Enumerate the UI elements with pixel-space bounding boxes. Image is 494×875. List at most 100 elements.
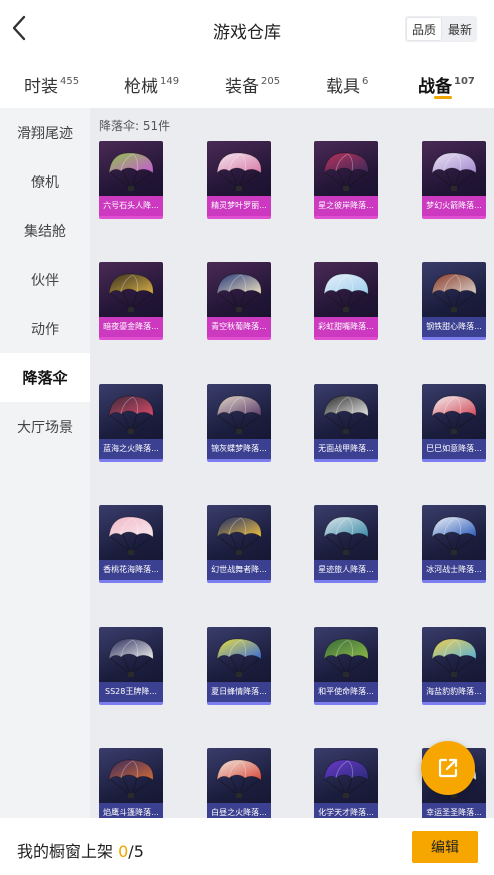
parachute-icon bbox=[323, 395, 369, 434]
parachute-card[interactable]: 无面战甲降落... bbox=[314, 384, 378, 462]
parachute-card[interactable]: SS28王牌降... bbox=[99, 627, 163, 705]
share-button[interactable] bbox=[421, 741, 475, 795]
parachute-name: 无面战甲降落... bbox=[314, 439, 378, 459]
parachute-card[interactable]: 星迹旅人降落... bbox=[314, 505, 378, 583]
footer-bar: 我的橱窗上架 0/5 编辑 bbox=[0, 818, 494, 875]
tab-label: 枪械 bbox=[124, 77, 158, 97]
parachute-name: 暗夜鎏金降落... bbox=[99, 317, 163, 337]
parachute-name: 锦灰蝶梦降落... bbox=[207, 439, 271, 459]
parachute-icon bbox=[216, 759, 262, 798]
parachute-name: 海盐豹豹降落... bbox=[422, 682, 486, 702]
sidebar-item-lobby-scene[interactable]: 大厅场景 bbox=[0, 402, 90, 451]
parachute-icon bbox=[323, 638, 369, 677]
parachute-icon bbox=[108, 516, 154, 555]
parachute-card[interactable]: 白昼之火降落... bbox=[207, 748, 271, 818]
parachute-name: 和平使命降落... bbox=[314, 682, 378, 702]
parachute-card[interactable]: 冰河战士降落... bbox=[422, 505, 486, 583]
sort-latest-button[interactable]: 最新 bbox=[443, 16, 477, 42]
parachute-card[interactable]: 海盐豹豹降落... bbox=[422, 627, 486, 705]
tab-count: 205 bbox=[261, 76, 281, 87]
parachute-card[interactable]: 幻世战舞者降... bbox=[207, 505, 271, 583]
parachute-card[interactable]: 精灵梦叶罗丽... bbox=[207, 141, 271, 219]
parachute-card[interactable]: 暗夜鎏金降落... bbox=[99, 262, 163, 340]
parachute-name: 六号石头人降... bbox=[99, 196, 163, 216]
parachute-icon bbox=[431, 516, 477, 555]
parachute-card[interactable]: 和平使命降落... bbox=[314, 627, 378, 705]
showcase-total: 5 bbox=[133, 842, 144, 861]
parachute-icon bbox=[216, 273, 262, 312]
parachute-card[interactable]: 化学天才降落... bbox=[314, 748, 378, 818]
sidebar-item-parachute[interactable]: 降落伞 bbox=[0, 353, 90, 402]
parachute-icon bbox=[431, 395, 477, 434]
parachute-name: SS28王牌降... bbox=[99, 682, 163, 702]
sort-quality-button[interactable]: 品质 bbox=[407, 18, 441, 40]
tab-label: 装备 bbox=[225, 77, 259, 97]
parachute-icon bbox=[108, 395, 154, 434]
parachute-card[interactable]: 锦灰蝶梦降落... bbox=[207, 384, 271, 462]
parachute-card[interactable]: 香桃花海降落... bbox=[99, 505, 163, 583]
tab-vehicles[interactable]: 载具 6 bbox=[326, 72, 368, 97]
parachute-icon bbox=[431, 152, 477, 191]
tab-label: 战备 bbox=[418, 77, 452, 97]
parachute-card[interactable]: 六号石头人降... bbox=[99, 141, 163, 219]
sort-toggle: 品质 最新 bbox=[405, 16, 477, 42]
active-tab-indicator bbox=[434, 96, 452, 99]
parachute-name: 夏日蜂情降落... bbox=[207, 682, 271, 702]
parachute-card[interactable]: 梦幻火箭降落... bbox=[422, 141, 486, 219]
parachute-icon bbox=[216, 516, 262, 555]
parachute-icon bbox=[108, 152, 154, 191]
showcase-label: 我的橱窗上架 bbox=[17, 842, 114, 861]
tab-count: 107 bbox=[454, 76, 475, 87]
sidebar-item-glide-trail[interactable]: 滑翔尾迹 bbox=[0, 108, 90, 157]
parachute-name: 蓝海之火降落... bbox=[99, 439, 163, 459]
parachute-name: 香桃花海降落... bbox=[99, 560, 163, 580]
parachute-name: 焰鹰斗篷降落... bbox=[99, 803, 163, 818]
parachute-card[interactable]: 夏日蜂情降落... bbox=[207, 627, 271, 705]
parachute-icon bbox=[108, 273, 154, 312]
parachute-card[interactable]: 青空秋葡降落... bbox=[207, 262, 271, 340]
parachute-name: 星之彼岸降落... bbox=[314, 196, 378, 216]
showcase-current: 0 bbox=[118, 842, 129, 861]
parachute-icon bbox=[216, 638, 262, 677]
parachute-icon bbox=[323, 152, 369, 191]
parachute-name: 幻世战舞者降... bbox=[207, 560, 271, 580]
tab-label: 载具 bbox=[326, 77, 360, 97]
parachute-name: 青空秋葡降落... bbox=[207, 317, 271, 337]
parachute-icon bbox=[431, 638, 477, 677]
sidebar-item-partner[interactable]: 伙伴 bbox=[0, 255, 90, 304]
parachute-name: 幸运圣圣降落... bbox=[422, 803, 486, 818]
parachute-icon bbox=[323, 759, 369, 798]
tab-label: 时装 bbox=[24, 77, 58, 97]
tab-supplies[interactable]: 战备 107 bbox=[418, 72, 475, 97]
tab-fashion[interactable]: 时装 455 bbox=[24, 72, 79, 97]
parachute-icon bbox=[108, 759, 154, 798]
parachute-icon bbox=[323, 273, 369, 312]
share-external-icon bbox=[438, 758, 458, 778]
parachute-name: 化学天才降落... bbox=[314, 803, 378, 818]
parachute-icon bbox=[323, 516, 369, 555]
parachute-name: 星迹旅人降落... bbox=[314, 560, 378, 580]
parachute-card[interactable]: 彩虹甜嘴降落... bbox=[314, 262, 378, 340]
sidebar-item-emote[interactable]: 动作 bbox=[0, 304, 90, 353]
parachute-icon bbox=[108, 638, 154, 677]
tab-guns[interactable]: 枪械 149 bbox=[124, 72, 179, 97]
parachute-name: 精灵梦叶罗丽... bbox=[207, 196, 271, 216]
parachute-card[interactable]: 蓝海之火降落... bbox=[99, 384, 163, 462]
parachute-card[interactable]: 钢铁甜心降落... bbox=[422, 262, 486, 340]
parachute-card[interactable]: 巳巳如意降落... bbox=[422, 384, 486, 462]
parachute-card[interactable]: 星之彼岸降落... bbox=[314, 141, 378, 219]
parachute-card[interactable]: 焰鹰斗篷降落... bbox=[99, 748, 163, 818]
tab-count: 6 bbox=[362, 76, 369, 87]
header: 游戏仓库 品质 最新 bbox=[0, 0, 494, 58]
sidebar-item-rally-pod[interactable]: 集结舱 bbox=[0, 206, 90, 255]
tab-count: 455 bbox=[60, 76, 80, 87]
parachute-name: 梦幻火箭降落... bbox=[422, 196, 486, 216]
parachute-name: 彩虹甜嘴降落... bbox=[314, 317, 378, 337]
edit-button[interactable]: 编辑 bbox=[412, 831, 478, 863]
parachute-icon bbox=[216, 152, 262, 191]
category-tabs: 时装 455 枪械 149 装备 205 载具 6 战备 107 bbox=[0, 60, 494, 106]
tab-equipment[interactable]: 装备 205 bbox=[225, 72, 280, 97]
parachute-icon bbox=[431, 273, 477, 312]
sidebar-item-wingman[interactable]: 僚机 bbox=[0, 157, 90, 206]
parachute-icon bbox=[216, 395, 262, 434]
